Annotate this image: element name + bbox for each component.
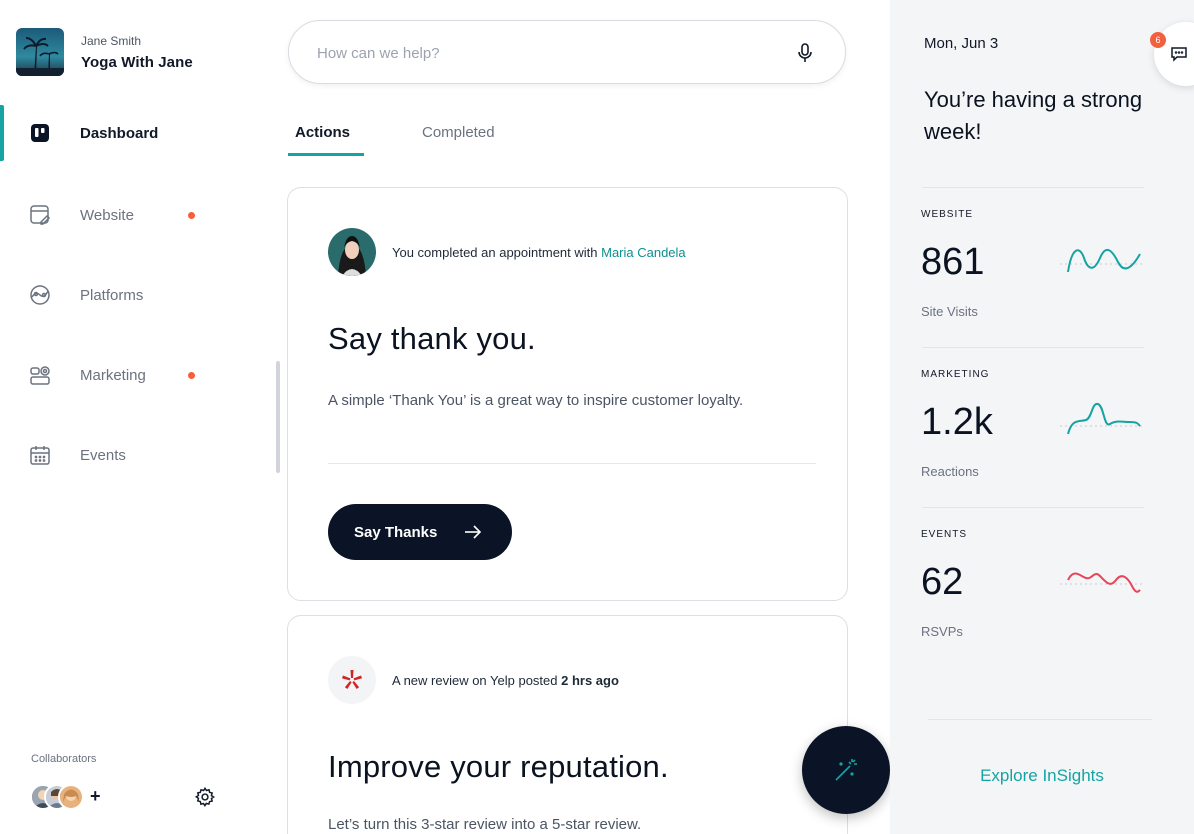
sparkline-website — [1060, 248, 1144, 273]
sidebar-item-label: Website — [80, 206, 134, 224]
divider — [922, 347, 1144, 348]
say-thanks-button[interactable]: Say Thanks — [328, 504, 512, 560]
user-name: Jane Smith — [81, 33, 142, 48]
notification-dot — [188, 371, 195, 379]
notification-dot — [188, 211, 195, 219]
current-date: Mon, Jun 3 — [924, 35, 999, 52]
tab-actions[interactable]: Actions — [295, 124, 350, 141]
active-indicator — [0, 105, 4, 161]
stat-caption-marketing: Reactions — [921, 464, 979, 479]
calendar-icon — [28, 443, 52, 467]
yelp-icon — [328, 656, 376, 704]
microphone-icon[interactable] — [793, 41, 817, 65]
sidebar-item-website[interactable]: Website — [0, 187, 272, 243]
stat-value-events: 62 — [921, 561, 964, 603]
divider — [922, 507, 1144, 508]
divider — [922, 187, 1144, 188]
dashboard-icon — [28, 121, 52, 145]
magic-wand-icon — [835, 759, 857, 781]
stat-caption-website: Site Visits — [921, 304, 978, 319]
sidebar: Jane Smith Yoga With Jane Dashboard Webs… — [0, 0, 272, 834]
sparkline-events — [1060, 572, 1144, 593]
arrow-right-icon — [464, 523, 482, 541]
card-description: Let’s turn this 3-star review into a 5-s… — [328, 816, 642, 833]
sidebar-scrollbar[interactable] — [276, 361, 280, 473]
action-card: A new review on Yelp posted 2 hrs ago Im… — [287, 615, 848, 834]
card-header-text: A new review on Yelp posted 2 hrs ago — [392, 673, 619, 688]
explore-insights-link[interactable]: Explore InSights — [890, 766, 1194, 786]
stat-label-events: EVENTS — [921, 529, 968, 540]
profile-header[interactable]: Jane Smith Yoga With Jane — [16, 28, 193, 76]
collaborator-avatar[interactable] — [58, 784, 84, 810]
platforms-icon — [28, 283, 52, 307]
card-header: A new review on Yelp posted 2 hrs ago — [328, 656, 619, 704]
insights-panel: Mon, Jun 3 You’re having a strong week! … — [890, 0, 1194, 834]
business-avatar — [16, 28, 64, 76]
stat-caption-events: RSVPs — [921, 624, 963, 639]
sidebar-item-events[interactable]: Events — [0, 427, 272, 483]
website-edit-icon — [28, 203, 52, 227]
collaborators-row: + — [30, 784, 230, 812]
stat-value-marketing: 1.2k — [921, 401, 993, 443]
sidebar-item-platforms[interactable]: Platforms — [0, 267, 272, 323]
divider — [928, 719, 1152, 720]
magic-wand-button[interactable] — [802, 726, 890, 814]
sidebar-item-label: Events — [80, 446, 126, 464]
review-time: 2 hrs ago — [561, 672, 619, 688]
search-input[interactable] — [317, 41, 777, 65]
tab-completed[interactable]: Completed — [422, 124, 495, 141]
stat-value-website: 861 — [921, 241, 985, 283]
card-title: Say thank you. — [328, 321, 536, 356]
gear-icon[interactable] — [194, 786, 216, 808]
card-header-prefix: You completed an appointment with — [392, 244, 602, 260]
card-header: You completed an appointment with Maria … — [328, 228, 686, 276]
collaborators-label: Collaborators — [31, 753, 97, 765]
card-divider — [328, 463, 816, 464]
sidebar-item-marketing[interactable]: Marketing — [0, 347, 272, 403]
card-header-text: You completed an appointment with Maria … — [392, 245, 686, 260]
card-header-prefix: A new review on Yelp posted — [392, 672, 562, 688]
sidebar-item-label: Dashboard — [80, 124, 159, 142]
tab-underline — [288, 153, 364, 156]
add-collaborator-button[interactable]: + — [90, 786, 101, 807]
card-title: Improve your reputation. — [328, 749, 669, 784]
card-description: A simple ‘Thank You’ is a great way to i… — [328, 392, 744, 409]
customer-avatar — [328, 228, 376, 276]
customer-link[interactable]: Maria Candela — [601, 245, 686, 260]
insights-headline: You’re having a strong week! — [924, 87, 1143, 144]
marketing-icon — [28, 363, 52, 387]
sidebar-item-dashboard[interactable]: Dashboard — [0, 105, 272, 161]
stat-label-marketing: MARKETING — [921, 369, 990, 380]
sparkline-marketing — [1060, 402, 1144, 435]
say-thanks-label: Say Thanks — [354, 523, 438, 541]
sidebar-item-label: Marketing — [80, 366, 146, 384]
sidebar-item-label: Platforms — [80, 286, 144, 304]
stat-label-website: WEBSITE — [921, 209, 974, 220]
chat-icon — [1171, 47, 1187, 62]
search-bar — [288, 20, 846, 84]
business-name: Yoga With Jane — [81, 53, 193, 71]
action-card: You completed an appointment with Maria … — [287, 187, 848, 601]
chat-notification-badge: 6 — [1150, 32, 1166, 48]
